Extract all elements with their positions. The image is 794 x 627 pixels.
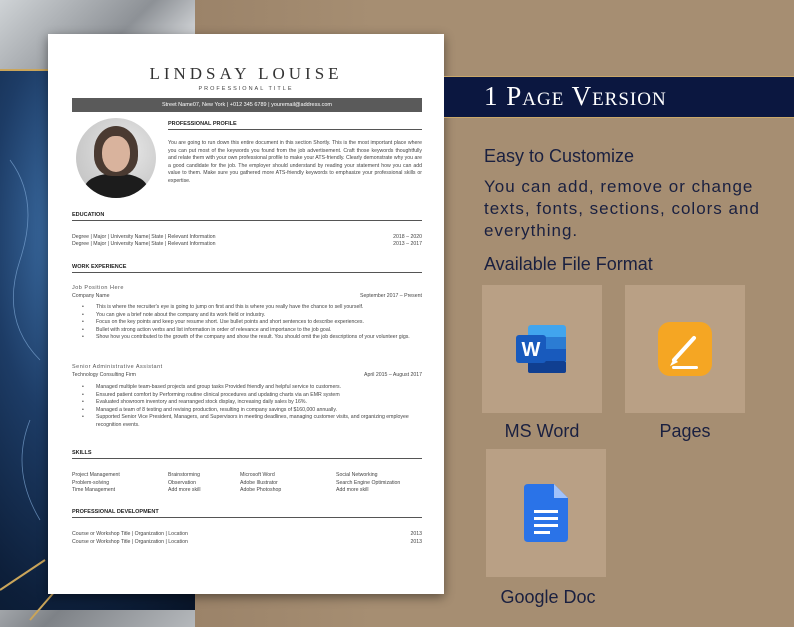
education-heading: EDUCATION — [72, 212, 105, 218]
job-company-row: Company Name September 2017 – Present — [72, 293, 422, 299]
pages-icon — [658, 322, 712, 376]
development-row: Course or Workshop Title | Organization … — [72, 531, 422, 537]
education-row: Degree | Major | University Name| State … — [72, 234, 422, 240]
list-item: Managed a team of 8 testing and revising… — [82, 407, 422, 415]
skill: Brainstorming — [168, 472, 201, 478]
profile-photo — [76, 118, 156, 198]
list-item: Supported Senior Vice President, Manager… — [82, 414, 422, 429]
list-item: Show how you contributed to the growth o… — [82, 334, 422, 342]
job-title: Senior Administrative Assistant — [72, 364, 163, 370]
job-company-row: Technology Consulting Firm April 2015 – A… — [72, 372, 422, 378]
format-tile-word: W — [482, 285, 602, 413]
skill: Search Engine Optimization — [336, 479, 401, 486]
divider — [72, 220, 422, 221]
customize-heading: Easy to Customize — [484, 146, 635, 166]
experience-heading: WORK EXPERIENCE — [72, 264, 127, 270]
formats-heading: Available File Format — [484, 254, 653, 274]
divider — [168, 129, 422, 130]
resume-title: PROFESSIONAL TITLE — [198, 86, 294, 92]
google-docs-icon — [524, 484, 568, 542]
format-tile-gdocs — [486, 449, 606, 577]
divider — [72, 458, 422, 459]
skill: Observation — [168, 479, 196, 486]
skill: Adobe Photoshop — [240, 487, 282, 494]
format-label-word: MS Word — [504, 421, 580, 441]
resume-page: LINDSAY LOUISE PROFESSIONAL TITLE Street… — [48, 34, 444, 594]
list-item: This is where the recruiter's eye is goi… — [82, 304, 422, 312]
skill: Time Management — [72, 487, 116, 494]
divider — [72, 272, 422, 273]
job-title: Job Position Here — [72, 285, 124, 291]
list-item: Evaluated showroom inventory and rearran… — [82, 399, 422, 407]
list-item: Ensured patient comfort by Performing ro… — [82, 392, 422, 400]
skill: Add more skill — [168, 487, 201, 494]
education-row: Degree | Major | University Name| State … — [72, 241, 422, 247]
list-item: You can give a brief note about the comp… — [82, 312, 422, 320]
banner-text: 1 Page Version — [484, 81, 667, 111]
skill: Project Management — [72, 472, 120, 478]
svg-text:W: W — [522, 339, 541, 361]
development-row: Course or Workshop Title | Organization … — [72, 539, 422, 545]
profile-text: You are going to run down this entire do… — [168, 140, 422, 184]
development-heading: PROFESSIONAL DEVELOPMENT — [72, 509, 159, 515]
skill: Microsoft Word — [240, 472, 275, 478]
skill: Social Networking — [336, 472, 378, 478]
format-label-gdocs: Google Doc — [500, 587, 596, 607]
job-bullets: This is where the recruiter's eye is goi… — [82, 304, 422, 342]
skill: Adobe Illustrator — [240, 479, 278, 486]
contact-bar: Street Name07, New York | +012 345 6789 … — [72, 98, 422, 112]
profile-heading: PROFESSIONAL PROFILE — [168, 121, 237, 127]
version-banner: 1 Page Version — [444, 76, 794, 118]
list-item: Managed multiple team-based projects and… — [82, 384, 422, 392]
list-item: Focus on the key points and keep your re… — [82, 319, 422, 327]
ms-word-icon: W — [516, 325, 566, 373]
format-tile-pages — [625, 285, 745, 413]
skill: Problem-solving — [72, 479, 110, 486]
divider — [72, 517, 422, 518]
format-label-pages: Pages — [659, 421, 711, 441]
customize-description: You can add, remove or change texts, fon… — [484, 177, 760, 240]
list-item: Bullet with strong action verbs and list… — [82, 327, 422, 335]
skills-heading: SKILLS — [72, 450, 92, 456]
skills-grid: Project Management Brainstorming Microso… — [72, 472, 422, 495]
resume-name: LINDSAY LOUISE — [149, 64, 343, 83]
skill: Add more skill — [336, 487, 369, 494]
job-bullets: Managed multiple team-based projects and… — [82, 384, 422, 430]
